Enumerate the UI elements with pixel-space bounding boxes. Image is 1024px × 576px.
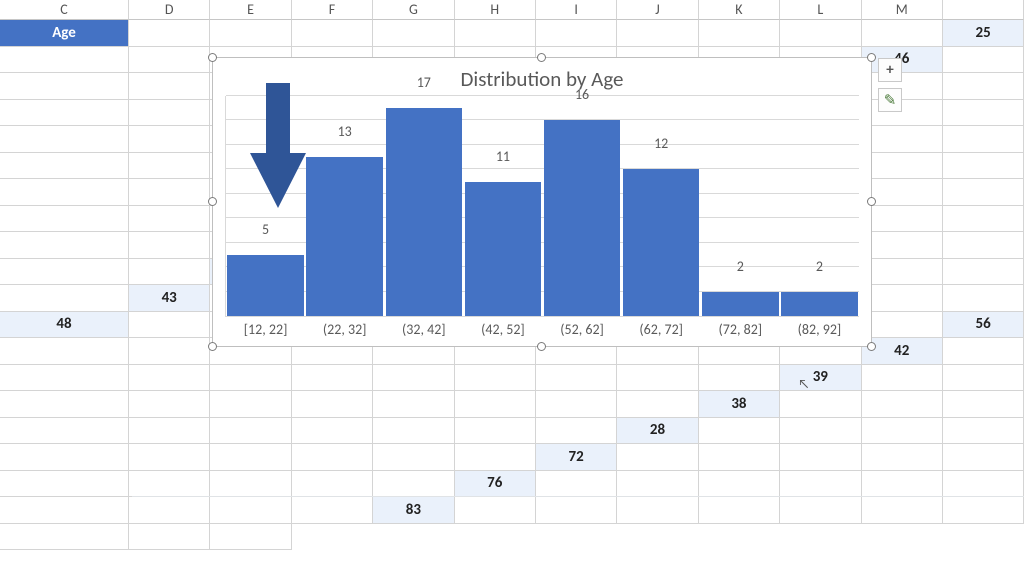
histogram-bar[interactable] <box>386 108 463 316</box>
histogram-bar[interactable] <box>465 182 542 316</box>
age-cell[interactable]: 76 <box>455 471 536 498</box>
bar-data-label: 2 <box>737 258 744 275</box>
selection-handle[interactable] <box>867 342 876 351</box>
x-tick-label: (62, 72] <box>622 321 701 338</box>
selection-handle[interactable] <box>208 342 217 351</box>
age-cell[interactable]: 43 <box>129 285 210 312</box>
x-tick-label: (72, 82] <box>701 321 780 338</box>
x-tick-label: (42, 52] <box>463 321 542 338</box>
selection-handle[interactable] <box>537 342 546 351</box>
selection-handle[interactable] <box>867 53 876 62</box>
bar-data-label: 13 <box>338 123 352 140</box>
histogram-bar[interactable] <box>623 169 700 316</box>
horizontal-scroll-hint <box>132 496 1024 500</box>
selection-handle[interactable] <box>208 197 217 206</box>
chart-elements-button[interactable]: + <box>878 58 902 82</box>
column-header[interactable]: E <box>210 0 291 20</box>
x-tick-label: (22, 32] <box>305 321 384 338</box>
x-tick-label: [12, 22] <box>226 321 305 338</box>
bar-data-label: 11 <box>496 148 510 165</box>
histogram-bar[interactable] <box>702 292 779 316</box>
selection-handle[interactable] <box>208 53 217 62</box>
age-cell[interactable]: 28 <box>617 418 698 445</box>
column-header[interactable]: J <box>617 0 698 20</box>
column-header[interactable]: I <box>536 0 617 20</box>
chart-title[interactable]: Distribution by Age <box>225 66 859 92</box>
table-header-age[interactable]: Age <box>0 20 129 47</box>
plus-icon: + <box>886 61 893 79</box>
column-header[interactable]: M <box>862 0 943 20</box>
chart-styles-button[interactable]: ✎ <box>878 88 902 112</box>
column-header[interactable]: L <box>780 0 861 20</box>
age-cell[interactable]: 72 <box>536 444 617 471</box>
column-header[interactable]: G <box>373 0 454 20</box>
grid-cell[interactable] <box>129 20 210 47</box>
x-tick-label: (32, 42] <box>384 321 463 338</box>
bar-data-label: 2 <box>816 258 823 275</box>
age-cell[interactable]: 39 <box>780 365 861 392</box>
histogram-bar[interactable] <box>544 120 621 316</box>
chart-x-axis: [12, 22](22, 32](32, 42](42, 52](52, 62]… <box>226 321 859 338</box>
x-tick-label: (82, 92] <box>780 321 859 338</box>
histogram-bar[interactable] <box>781 292 858 316</box>
selection-handle[interactable] <box>537 53 546 62</box>
column-header[interactable]: K <box>699 0 780 20</box>
selection-handle[interactable] <box>867 197 876 206</box>
column-header[interactable]: H <box>455 0 536 20</box>
column-header[interactable]: C <box>0 0 129 20</box>
age-cell[interactable]: 83 <box>373 497 454 524</box>
age-cell[interactable]: 38 <box>699 391 780 418</box>
x-tick-label: (52, 62] <box>543 321 622 338</box>
chart-object[interactable]: Distribution by Age 5 13 17 11 16 12 2 2 [12, 2… <box>212 57 872 347</box>
age-cell[interactable]: 48 <box>0 312 129 339</box>
column-header[interactable] <box>943 0 1024 20</box>
brush-icon: ✎ <box>884 91 897 110</box>
histogram-bar[interactable] <box>306 157 383 316</box>
column-header[interactable]: F <box>292 0 373 20</box>
bar-data-label: 5 <box>262 221 269 238</box>
bar-data-label: 16 <box>575 86 589 103</box>
age-cell[interactable]: 25 <box>943 20 1024 47</box>
histogram-bar[interactable] <box>227 255 304 316</box>
chart-plot-area[interactable]: 5131711161222 <box>225 96 859 317</box>
bar-data-label: 12 <box>654 135 668 152</box>
age-cell[interactable]: 56 <box>943 312 1024 339</box>
bar-data-label: 17 <box>417 74 431 91</box>
column-header[interactable]: D <box>129 0 210 20</box>
